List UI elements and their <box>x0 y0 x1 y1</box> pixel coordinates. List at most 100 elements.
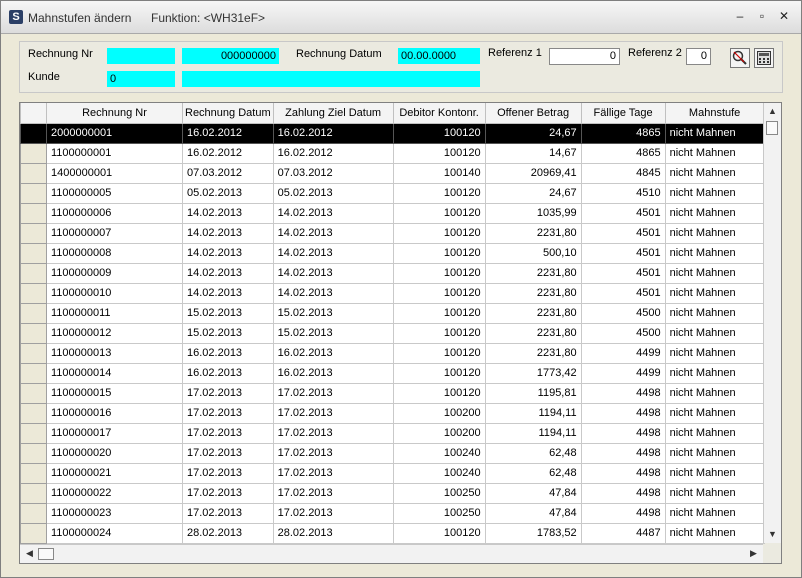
col-header-rechnung-datum[interactable]: Rechnung Datum <box>182 103 274 124</box>
cell-debitor[interactable]: 100120 <box>392 142 486 164</box>
cell-rechnung-nr[interactable]: 1100000023 <box>46 502 183 524</box>
cell-debitor[interactable]: 100120 <box>392 522 486 544</box>
row-selector[interactable] <box>20 202 47 224</box>
cell-offener-betrag[interactable]: 24,67 <box>484 122 582 144</box>
cell-faellige-tage[interactable]: 4498 <box>580 442 666 464</box>
cell-mahnstufe[interactable]: nicht Mahnen <box>664 342 765 364</box>
cell-rechnung-nr[interactable]: 1100000021 <box>46 462 183 484</box>
cell-rechnung-datum[interactable]: 17.02.2013 <box>182 422 274 444</box>
table-row[interactable]: 1400000001 07.03.2012 07.03.2012 100140 2096… <box>20 162 765 184</box>
cell-faellige-tage[interactable]: 4498 <box>580 402 666 424</box>
cell-rechnung-datum[interactable]: 17.02.2013 <box>182 402 274 424</box>
cell-faellige-tage[interactable]: 4865 <box>580 122 666 144</box>
cell-offener-betrag[interactable]: 1195,81 <box>484 382 582 404</box>
cell-mahnstufe[interactable]: nicht Mahnen <box>664 122 765 144</box>
cell-debitor[interactable]: 100200 <box>392 422 486 444</box>
row-selector[interactable] <box>20 422 47 444</box>
row-selector[interactable] <box>20 182 47 204</box>
cell-faellige-tage[interactable]: 4501 <box>580 242 666 264</box>
cell-mahnstufe[interactable]: nicht Mahnen <box>664 162 765 184</box>
cell-mahnstufe[interactable]: nicht Mahnen <box>664 202 765 224</box>
cell-debitor[interactable]: 100240 <box>392 462 486 484</box>
cell-rechnung-datum[interactable]: 14.02.2013 <box>182 202 274 224</box>
cell-rechnung-datum[interactable]: 14.02.2013 <box>182 282 274 304</box>
cell-faellige-tage[interactable]: 4501 <box>580 202 666 224</box>
minimize-button[interactable]: – <box>732 9 748 23</box>
cell-rechnung-nr[interactable]: 1100000024 <box>46 522 183 544</box>
cell-rechnung-datum[interactable]: 16.02.2013 <box>182 342 274 364</box>
cell-rechnung-datum[interactable]: 17.02.2013 <box>182 482 274 504</box>
cell-rechnung-nr[interactable]: 1100000012 <box>46 322 183 344</box>
row-selector[interactable] <box>20 322 47 344</box>
cell-zahlung-ziel[interactable]: 14.02.2013 <box>272 202 394 224</box>
calculator-button[interactable] <box>754 48 774 68</box>
rechnung-nr-to-field[interactable]: 000000000 <box>182 48 279 64</box>
cell-rechnung-nr[interactable]: 2000000001 <box>46 122 183 144</box>
table-row[interactable]: 1100000006 14.02.2013 14.02.2013 100120 1035… <box>20 202 765 224</box>
cell-zahlung-ziel[interactable]: 17.02.2013 <box>272 442 394 464</box>
rechnung-datum-field[interactable]: 00.00.0000 <box>398 48 480 64</box>
col-header-faellige-tage[interactable]: Fällige Tage <box>580 103 666 124</box>
cell-mahnstufe[interactable]: nicht Mahnen <box>664 302 765 324</box>
cell-debitor[interactable]: 100250 <box>392 502 486 524</box>
cell-faellige-tage[interactable]: 4865 <box>580 142 666 164</box>
cell-debitor[interactable]: 100120 <box>392 322 486 344</box>
cell-mahnstufe[interactable]: nicht Mahnen <box>664 482 765 504</box>
referenz2-field[interactable]: 0 <box>686 48 711 65</box>
cell-faellige-tage[interactable]: 4498 <box>580 502 666 524</box>
cell-faellige-tage[interactable]: 4498 <box>580 422 666 444</box>
cell-faellige-tage[interactable]: 4499 <box>580 362 666 384</box>
cell-rechnung-nr[interactable]: 1100000013 <box>46 342 183 364</box>
table-row[interactable]: 1100000023 17.02.2013 17.02.2013 100250 47,8… <box>20 502 765 524</box>
col-header-debitor[interactable]: Debitor Kontonr. <box>392 103 486 124</box>
cell-rechnung-datum[interactable]: 28.02.2013 <box>182 522 274 544</box>
row-selector[interactable] <box>20 122 47 144</box>
cell-mahnstufe[interactable]: nicht Mahnen <box>664 242 765 264</box>
cell-offener-betrag[interactable]: 1773,42 <box>484 362 582 384</box>
cell-rechnung-nr[interactable]: 1100000015 <box>46 382 183 404</box>
cell-rechnung-nr[interactable]: 1100000016 <box>46 402 183 424</box>
cell-offener-betrag[interactable]: 47,84 <box>484 502 582 524</box>
cell-zahlung-ziel[interactable]: 14.02.2013 <box>272 242 394 264</box>
cell-rechnung-datum[interactable]: 17.02.2013 <box>182 442 274 464</box>
row-selector[interactable] <box>20 502 47 524</box>
cell-rechnung-nr[interactable]: 1400000001 <box>46 162 183 184</box>
close-button[interactable]: ✕ <box>776 9 792 23</box>
cell-debitor[interactable]: 100120 <box>392 342 486 364</box>
cell-debitor[interactable]: 100120 <box>392 362 486 384</box>
cell-offener-betrag[interactable]: 2231,80 <box>484 262 582 284</box>
cell-offener-betrag[interactable]: 1194,11 <box>484 422 582 444</box>
referenz1-field[interactable]: 0 <box>549 48 620 65</box>
cell-mahnstufe[interactable]: nicht Mahnen <box>664 282 765 304</box>
cell-zahlung-ziel[interactable]: 17.02.2013 <box>272 422 394 444</box>
cell-faellige-tage[interactable]: 4501 <box>580 222 666 244</box>
table-row[interactable]: 1100000011 15.02.2013 15.02.2013 100120 2231… <box>20 302 765 324</box>
table-row[interactable]: 1100000008 14.02.2013 14.02.2013 100120 500,… <box>20 242 765 264</box>
row-selector[interactable] <box>20 222 47 244</box>
kunde-name-field[interactable] <box>182 71 480 87</box>
cell-offener-betrag[interactable]: 2231,80 <box>484 282 582 304</box>
cell-mahnstufe[interactable]: nicht Mahnen <box>664 142 765 164</box>
cell-rechnung-datum[interactable]: 07.03.2012 <box>182 162 274 184</box>
search-button[interactable] <box>730 48 750 68</box>
cell-zahlung-ziel[interactable]: 16.02.2012 <box>272 142 394 164</box>
scroll-up-arrow-icon[interactable]: ▲ <box>765 104 780 119</box>
cell-rechnung-datum[interactable]: 17.02.2013 <box>182 462 274 484</box>
cell-rechnung-nr[interactable]: 1100000008 <box>46 242 183 264</box>
cell-offener-betrag[interactable]: 62,48 <box>484 442 582 464</box>
cell-rechnung-datum[interactable]: 17.02.2013 <box>182 502 274 524</box>
cell-rechnung-nr[interactable]: 1100000022 <box>46 482 183 504</box>
cell-rechnung-nr[interactable]: 1100000007 <box>46 222 183 244</box>
rechnung-nr-from-field[interactable] <box>107 48 175 64</box>
cell-zahlung-ziel[interactable]: 16.02.2013 <box>272 342 394 364</box>
horizontal-scrollbar[interactable]: ◀ ▶ <box>20 544 763 563</box>
table-row[interactable]: 1100000024 28.02.2013 28.02.2013 100120 1783… <box>20 522 765 544</box>
cell-faellige-tage[interactable]: 4499 <box>580 342 666 364</box>
cell-mahnstufe[interactable]: nicht Mahnen <box>664 502 765 524</box>
cell-faellige-tage[interactable]: 4498 <box>580 482 666 504</box>
cell-rechnung-datum[interactable]: 14.02.2013 <box>182 262 274 284</box>
cell-faellige-tage[interactable]: 4500 <box>580 302 666 324</box>
cell-mahnstufe[interactable]: nicht Mahnen <box>664 462 765 484</box>
table-row[interactable]: 1100000021 17.02.2013 17.02.2013 100240 62,4… <box>20 462 765 484</box>
cell-offener-betrag[interactable]: 1194,11 <box>484 402 582 424</box>
